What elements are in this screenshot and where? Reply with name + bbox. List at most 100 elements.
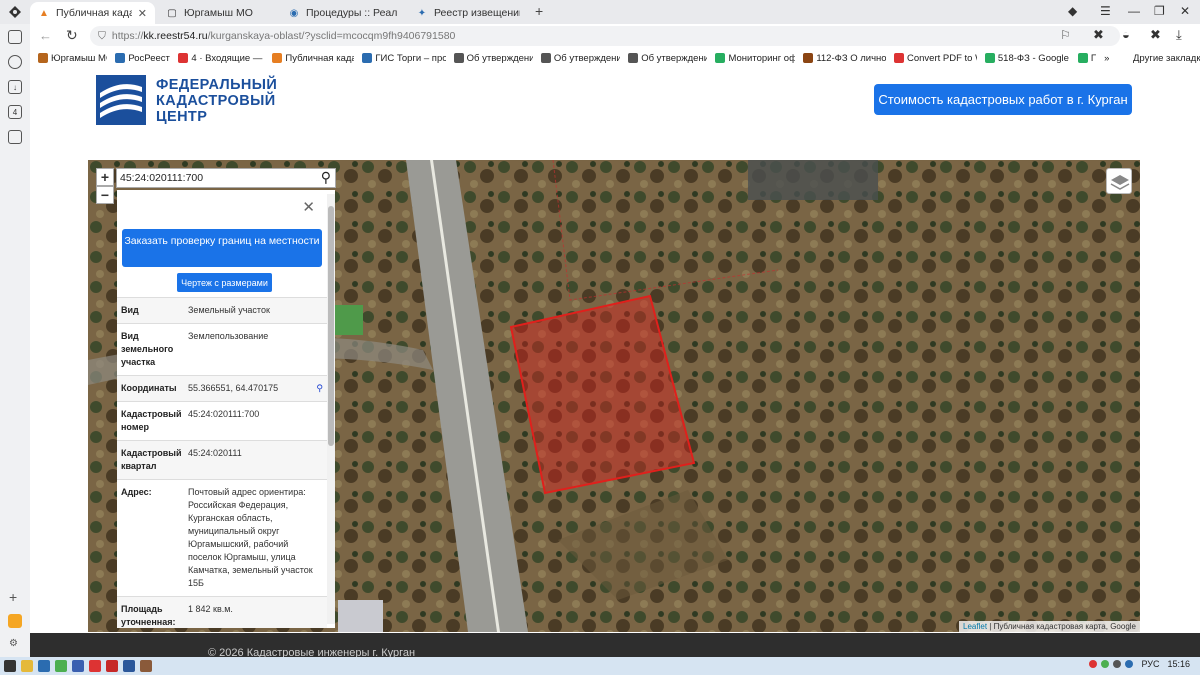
bookmarks-more-button[interactable]: » [1104, 53, 1109, 64]
other-bookmarks-folder[interactable]: Другие закладки [1133, 53, 1200, 64]
neighbor-parcel-outline [552, 160, 779, 301]
new-tab-button[interactable]: + [535, 3, 543, 19]
scrollbar-thumb[interactable] [328, 206, 334, 446]
bookmark-item[interactable]: 4 · Входящие — Я [178, 53, 264, 64]
bookmark-item[interactable]: Об утверждении [628, 53, 707, 64]
cadastral-map[interactable]: + − 45:24:020111:700 ⚲ ✕ Заказать провер… [88, 160, 1140, 632]
attribute-key: Адрес: [121, 487, 152, 497]
zoom-in-button[interactable]: + [96, 168, 114, 186]
parcel-attributes: Вид Земельный участок Вид земельного участ… [117, 297, 327, 628]
bookmark-item[interactable]: 112-ФЗ О личном [803, 53, 886, 64]
windows-taskbar: РУС 15:16 [0, 657, 1200, 675]
extension-3-icon[interactable]: ✖ [1150, 27, 1161, 43]
notifications-icon[interactable]: 4 [8, 105, 22, 119]
search-icon[interactable]: ⚲ [321, 169, 331, 186]
bookmark-item[interactable]: Юргамыш МО [38, 53, 107, 64]
tab-yurgamysh[interactable]: ▢ Юргамыш МО [158, 2, 278, 24]
bookmark-favicon-icon [715, 53, 726, 63]
attribute-key: Координаты [121, 383, 177, 393]
bookmark-item[interactable]: Публичная кадас [272, 53, 354, 64]
bookmark-favicon-icon [178, 53, 189, 63]
tray-icons[interactable] [1089, 660, 1134, 668]
map-attribution: Leaflet | Публичная кадастровая карта, G… [959, 621, 1140, 632]
history-icon[interactable] [8, 55, 22, 69]
parcel-polygon[interactable] [509, 294, 696, 495]
download-icon[interactable]: ⤓ [1176, 27, 1182, 43]
add-panel-icon[interactable]: + [9, 589, 17, 605]
attribute-row: Кадастровый номер 45:24:020111:700 [117, 401, 327, 440]
app-3-icon[interactable] [106, 660, 118, 672]
cadastral-cost-button[interactable]: Стоимость кадастровых работ в г. Курган [874, 84, 1132, 115]
extension-1-icon[interactable]: ✖ [1093, 27, 1104, 43]
shield-app-icon[interactable] [55, 660, 67, 672]
menu-icon[interactable]: ☰ [1100, 4, 1111, 18]
bookmark-item[interactable]: Об утверждении [540, 53, 620, 64]
profile-icon[interactable]: ◆ [1068, 4, 1077, 18]
layers-button[interactable] [1106, 168, 1132, 194]
site-logo[interactable]: ФЕДЕРАЛЬНЫЙ КАДАСТРОВЫЙ ЦЕНТР [96, 75, 278, 127]
collections-icon[interactable] [8, 30, 22, 44]
bookmark-favicon-icon [115, 53, 126, 63]
bookmark-icon[interactable]: ⚐ [1060, 28, 1071, 42]
logo-text: ФЕДЕРАЛЬНЫЙ КАДАСТРОВЫЙ ЦЕНТР [156, 77, 278, 125]
language-indicator[interactable]: РУС [1141, 659, 1159, 669]
order-boundary-check-button[interactable]: Заказать проверку границ на местности [122, 229, 322, 267]
cadastral-search-input[interactable]: 45:24:020111:700 ⚲ [116, 168, 336, 188]
downloads-icon[interactable]: ↓ [8, 80, 22, 94]
attribute-key: Вид земельного участка [121, 331, 174, 367]
sidebar-settings-icon[interactable]: ⚙ [9, 638, 18, 649]
back-icon[interactable]: ← [39, 28, 52, 43]
locate-on-map-icon[interactable]: ⚲ [316, 382, 323, 395]
bookmark-item[interactable]: Мониторинг офо [715, 53, 795, 64]
bookmark-item[interactable]: ГИС Торги – прод [362, 53, 446, 64]
tab-close-icon[interactable]: ✕ [138, 7, 147, 20]
logo-emblem-icon [96, 75, 146, 125]
panel-scrollbar[interactable] [327, 194, 335, 624]
bookmark-favicon-icon [803, 53, 814, 63]
bookmark-favicon-icon [1077, 53, 1088, 63]
bookmark-favicon-icon [272, 53, 283, 63]
layers-icon [1110, 175, 1130, 190]
attribute-key: Кадастровый номер [121, 409, 182, 432]
address-bar-row: ← ↻ ⛉ https://kk.reestr54.ru/kurganskaya… [30, 24, 1200, 48]
bookmark-item[interactable]: РосРеестр [115, 53, 170, 64]
site-footer: © 2026 Кадастровые инженеры г. Курган [30, 633, 1200, 657]
app-4-icon[interactable] [140, 660, 152, 672]
app-2-icon[interactable] [89, 660, 101, 672]
drawing-with-dimensions-button[interactable]: Чертеж с размерами [177, 273, 272, 292]
tab-cadastral[interactable]: ▲ Публичная кадастр ✕ [30, 2, 155, 24]
zoom-out-button[interactable]: − [96, 186, 114, 204]
url-input[interactable]: ⛉ https://kk.reestr54.ru/kurganskaya-obl… [90, 26, 1120, 46]
attribute-row: Кадастровый квартал 45:24:020111 [117, 440, 327, 479]
bookmark-item[interactable]: Об утверждении [453, 53, 533, 64]
tab-registry[interactable]: ✦ Реестр извещений [408, 2, 528, 24]
bookmark-item[interactable]: Convert PDF to W [893, 53, 977, 64]
page-icon: ▢ [167, 7, 177, 19]
bookmark-item[interactable]: 518-ФЗ - Google T [984, 53, 1070, 64]
maximize-icon[interactable]: ❐ [1154, 4, 1165, 18]
extension-2-icon[interactable]: ◒ [1122, 27, 1130, 42]
app-1-icon[interactable] [38, 660, 50, 672]
fire-icon: ▲ [39, 7, 49, 19]
bookmark-item[interactable]: П [1077, 53, 1096, 64]
bookmark-favicon-icon [362, 53, 373, 63]
bookmark-favicon-icon [628, 53, 639, 63]
bookmark-favicon-icon [893, 53, 904, 63]
messenger-icon[interactable] [8, 130, 22, 144]
minimize-icon[interactable]: — [1128, 4, 1140, 18]
close-panel-icon[interactable]: ✕ [302, 198, 315, 216]
web-page: ФЕДЕРАЛЬНЫЙ КАДАСТРОВЫЙ ЦЕНТР Стоимость … [30, 68, 1200, 657]
clock[interactable]: 15:16 [1167, 659, 1190, 669]
browser-logo-icon[interactable] [8, 5, 22, 19]
word-icon[interactable] [123, 660, 135, 672]
yandex-icon[interactable] [72, 660, 84, 672]
close-window-icon[interactable]: ✕ [1180, 4, 1190, 18]
start-icon[interactable] [4, 660, 16, 672]
explorer-icon[interactable] [21, 660, 33, 672]
reload-icon[interactable]: ↻ [66, 27, 78, 44]
attribute-key: Кадастровый квартал [121, 448, 182, 471]
tab-bar: ▲ Публичная кадастр ✕ ▢ Юргамыш МО ◉ Про… [0, 0, 1200, 24]
tab-procedures[interactable]: ◉ Процедуры :: Реализация [280, 2, 405, 24]
leaflet-link[interactable]: Leaflet [963, 622, 987, 631]
mail-icon[interactable] [8, 614, 22, 628]
